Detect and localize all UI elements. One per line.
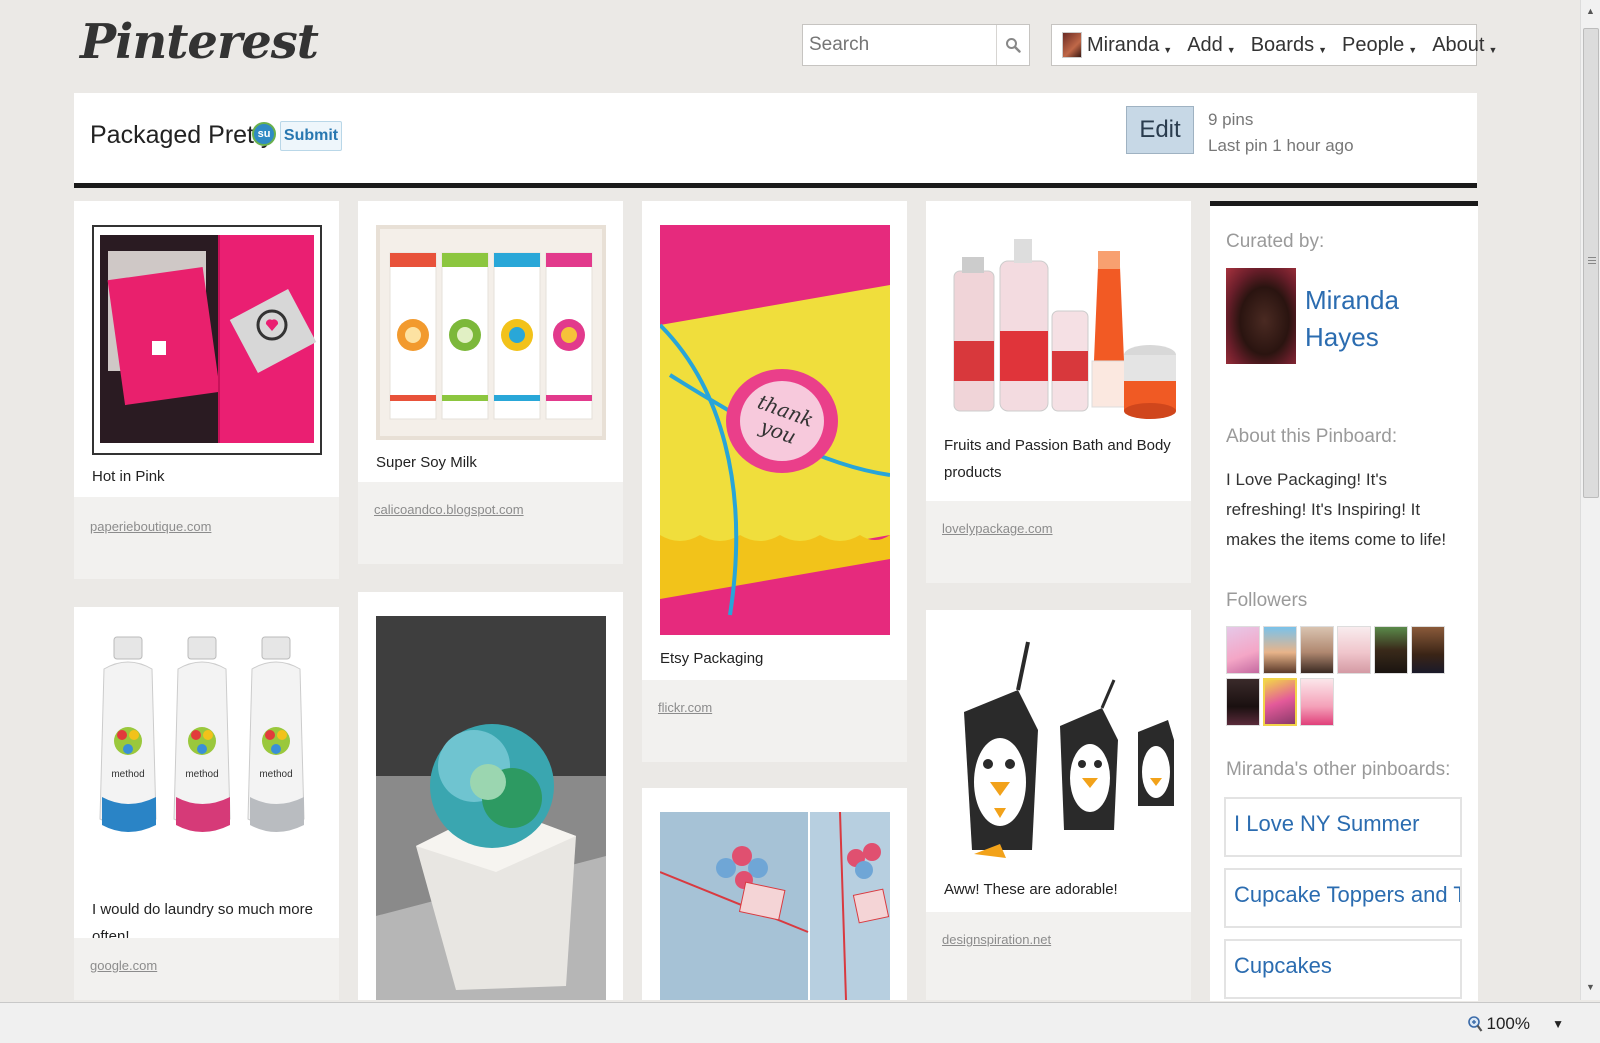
search-button[interactable]	[996, 25, 1029, 65]
pin-source-link[interactable]: flickr.com	[658, 700, 712, 715]
curator-name-link[interactable]: Miranda Hayes	[1305, 282, 1425, 356]
zoom-magnifier-icon	[1467, 1016, 1482, 1032]
follower-avatar[interactable]	[1337, 626, 1371, 674]
pin-image[interactable]	[376, 616, 606, 1000]
search-icon	[1006, 38, 1021, 53]
curated-by-label: Curated by:	[1226, 231, 1325, 252]
pin-footer: designspiration.net	[926, 912, 1191, 1000]
followers-label: Followers	[1226, 590, 1308, 611]
pin-footer: paperieboutique.com	[74, 497, 339, 579]
search-box	[802, 24, 1030, 66]
search-input[interactable]	[803, 25, 999, 65]
pin-count: 9 pins	[1208, 110, 1254, 129]
pin-card[interactable]: Aww! These are adorable! designspiration…	[926, 610, 1191, 1000]
curator-avatar[interactable]	[1226, 268, 1296, 364]
pin-footer: google.com	[74, 938, 339, 1000]
pin-image[interactable]	[944, 632, 1174, 868]
chevron-down-icon: ▼	[1488, 45, 1498, 55]
other-pinboards-label: Miranda's other pinboards:	[1226, 759, 1451, 780]
pin-image[interactable]: thank you	[660, 225, 890, 635]
pin-source-link[interactable]: calicoandco.blogspot.com	[374, 502, 524, 517]
pin-card[interactable]: Hot in Pink paperieboutique.com	[74, 201, 339, 579]
pin-image[interactable]	[942, 231, 1178, 427]
nav-user-menu[interactable]: Miranda ▼	[1062, 32, 1172, 58]
pin-card[interactable]	[642, 788, 907, 1000]
other-board-link[interactable]: Cupcake Toppers and Tags	[1224, 868, 1462, 928]
main-nav: Miranda ▼ Add ▼ Boards ▼ People ▼ About …	[1051, 24, 1497, 66]
board-title: Packaged Pretty	[90, 121, 274, 149]
chevron-down-icon: ▼	[1408, 45, 1418, 55]
stumbleupon-icon[interactable]: su	[252, 122, 276, 146]
other-board-link[interactable]: I Love NY Summer	[1224, 797, 1462, 857]
pin-card[interactable]	[358, 592, 623, 1000]
board-divider	[74, 183, 1477, 188]
pin-card[interactable]: Fruits and Passion Bath and Body product…	[926, 201, 1191, 583]
other-board-link[interactable]: Cupcakes	[1224, 939, 1462, 999]
nav-people-menu[interactable]: People ▼	[1342, 34, 1417, 57]
nav-about-label: About	[1432, 33, 1485, 56]
follower-avatar[interactable]	[1263, 678, 1297, 726]
about-pinboard-label: About this Pinboard:	[1226, 426, 1398, 447]
zoom-level: 100%	[1486, 1014, 1530, 1033]
pin-caption: Fruits and Passion Bath and Body product…	[944, 437, 1171, 481]
pin-source-link[interactable]: lovelypackage.com	[942, 521, 1053, 536]
last-pin-time: Last pin 1 hour ago	[1208, 136, 1354, 155]
nav-add-label: Add	[1187, 33, 1223, 56]
pin-footer: calicoandco.blogspot.com	[358, 482, 623, 564]
chevron-down-icon: ▼	[1226, 45, 1236, 55]
chevron-down-icon: ▼	[1318, 45, 1327, 55]
edit-board-button[interactable]: Edit	[1126, 106, 1194, 154]
pin-source-link[interactable]: google.com	[90, 958, 157, 973]
scroll-down-arrow-icon[interactable]: ▼	[1586, 982, 1595, 992]
pin-source-link[interactable]: designspiration.net	[942, 932, 1051, 947]
follower-avatar[interactable]	[1411, 626, 1445, 674]
zoom-dropdown-icon[interactable]: ▼	[1552, 1017, 1564, 1031]
pin-source-link[interactable]: paperieboutique.com	[90, 519, 211, 534]
pin-card[interactable]: method method method I would do laundry …	[74, 607, 339, 1000]
svg-text:method: method	[185, 769, 218, 780]
follower-avatar[interactable]	[1300, 626, 1334, 674]
scrollbar-thumb[interactable]	[1583, 28, 1599, 498]
chevron-down-icon: ▼	[1163, 45, 1173, 55]
pin-image[interactable]	[660, 812, 890, 1000]
avatar	[1062, 32, 1082, 58]
follower-avatar[interactable]	[1226, 626, 1260, 674]
svg-text:method: method	[111, 769, 144, 780]
pin-footer: lovelypackage.com	[926, 501, 1191, 583]
scroll-up-arrow-icon[interactable]: ▲	[1586, 6, 1595, 16]
nav-boards-label: Boards	[1250, 33, 1315, 56]
follower-avatar[interactable]	[1300, 678, 1334, 726]
pinterest-logo[interactable]: Pinterest	[80, 14, 319, 70]
nav-add-menu[interactable]: Add ▼	[1187, 34, 1236, 57]
follower-avatar[interactable]	[1226, 678, 1260, 726]
pin-caption: Aww! These are adorable!	[944, 881, 1118, 898]
nav-about-menu[interactable]: About ▼	[1432, 34, 1497, 57]
pin-image[interactable]	[376, 225, 606, 440]
nav-user-label: Miranda	[1087, 33, 1160, 56]
pin-card[interactable]: Super Soy Milk calicoandco.blogspot.com	[358, 201, 623, 564]
pin-caption: Etsy Packaging	[660, 650, 764, 667]
follower-avatar[interactable]	[1263, 626, 1297, 674]
nav-people-label: People	[1342, 33, 1405, 56]
pin-footer: flickr.com	[642, 680, 907, 762]
pin-image[interactable]: method method method	[90, 629, 322, 869]
zoom-control[interactable]: 100%	[1467, 1014, 1530, 1034]
pin-caption: Super Soy Milk	[376, 454, 477, 471]
nav-boards-menu[interactable]: Boards ▼	[1251, 34, 1327, 57]
follower-avatar[interactable]	[1374, 626, 1408, 674]
svg-text:method: method	[259, 769, 292, 780]
vertical-scrollbar[interactable]: ▲ ▼	[1580, 0, 1600, 1000]
pin-caption: Hot in Pink	[92, 468, 165, 485]
browser-status-bar: 100% ▼	[0, 1002, 1600, 1043]
about-pinboard-text: I Love Packaging! It's refreshing! It's …	[1226, 470, 1447, 549]
submit-button[interactable]: Submit	[280, 121, 342, 151]
pin-card[interactable]: thank you Etsy Packaging flickr.com	[642, 201, 907, 762]
pin-image[interactable]	[92, 225, 322, 455]
